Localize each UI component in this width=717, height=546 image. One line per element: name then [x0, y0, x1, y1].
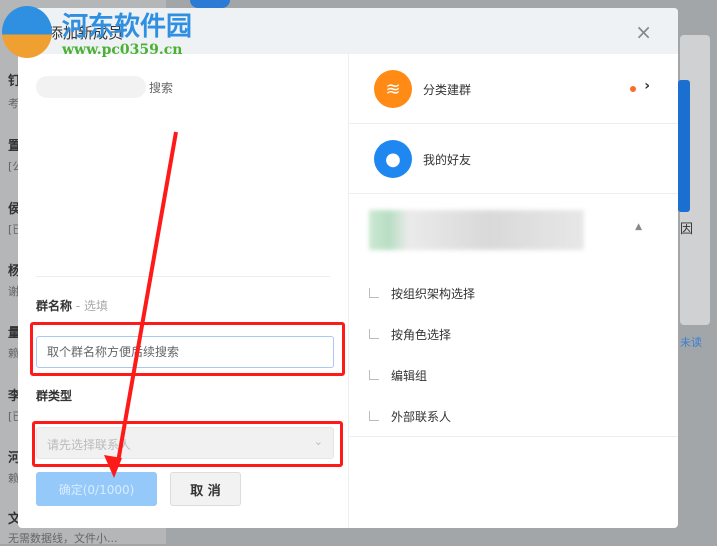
search-label[interactable]: 搜索 [149, 79, 173, 96]
sub-item[interactable]: 编辑组 [369, 367, 427, 384]
bg-banner [678, 80, 690, 212]
sub-item-label: 按角色选择 [391, 328, 452, 342]
group-name-label-text: 群名称 [36, 299, 73, 313]
category-group-item[interactable]: ≋ 分类建群 › [349, 54, 678, 124]
bg-unread: 未读 [680, 336, 702, 349]
sub-item[interactable]: 按角色选择 [369, 326, 451, 343]
optional-hint: - 选填 [72, 299, 108, 313]
tree-line-icon [369, 288, 379, 298]
user-icon: ● [374, 140, 412, 178]
confirm-button[interactable]: 确定(0/1000) [36, 472, 157, 506]
tree-line-icon [369, 370, 379, 380]
divider [349, 436, 678, 437]
tree-line-icon [369, 329, 379, 339]
search-input[interactable] [36, 76, 146, 98]
cancel-button[interactable]: 取 消 [170, 472, 241, 506]
notification-dot [630, 86, 636, 92]
dialog-header: 添加新成员 × [18, 8, 678, 54]
sub-item-label: 编辑组 [391, 369, 428, 383]
tree-line-icon [369, 411, 379, 421]
bg-char: 因 [680, 222, 694, 237]
sub-item[interactable]: 按组织架构选择 [369, 285, 475, 302]
chevron-right-icon: › [644, 78, 650, 94]
close-icon[interactable]: × [635, 20, 652, 44]
sub-item-label: 按组织架构选择 [391, 287, 476, 301]
bg-tab [190, 0, 230, 8]
divider [36, 276, 330, 277]
group-name-label: 群名称 - 选填 [36, 297, 108, 314]
my-friends-label: 我的好友 [423, 153, 472, 167]
category-group-label: 分类建群 [423, 83, 472, 97]
sub-item[interactable]: 外部联系人 [369, 408, 451, 425]
group-type-label: 群类型 [36, 389, 73, 403]
highlight-box-name [30, 322, 345, 376]
layers-icon: ≋ [374, 70, 412, 108]
sub-item-label: 外部联系人 [391, 410, 452, 424]
dialog-title: 添加新成员 [48, 24, 124, 42]
collapse-triangle-icon[interactable]: ▲ [635, 222, 642, 232]
right-panel: ≋ 分类建群 › ● 我的好友 ▲ 按组织架构选择 按角色选择 编辑组 外部联系… [348, 54, 678, 528]
highlight-box-type [32, 421, 343, 467]
my-friends-item[interactable]: ● 我的好友 [349, 124, 678, 194]
blurred-organization[interactable] [369, 210, 584, 250]
